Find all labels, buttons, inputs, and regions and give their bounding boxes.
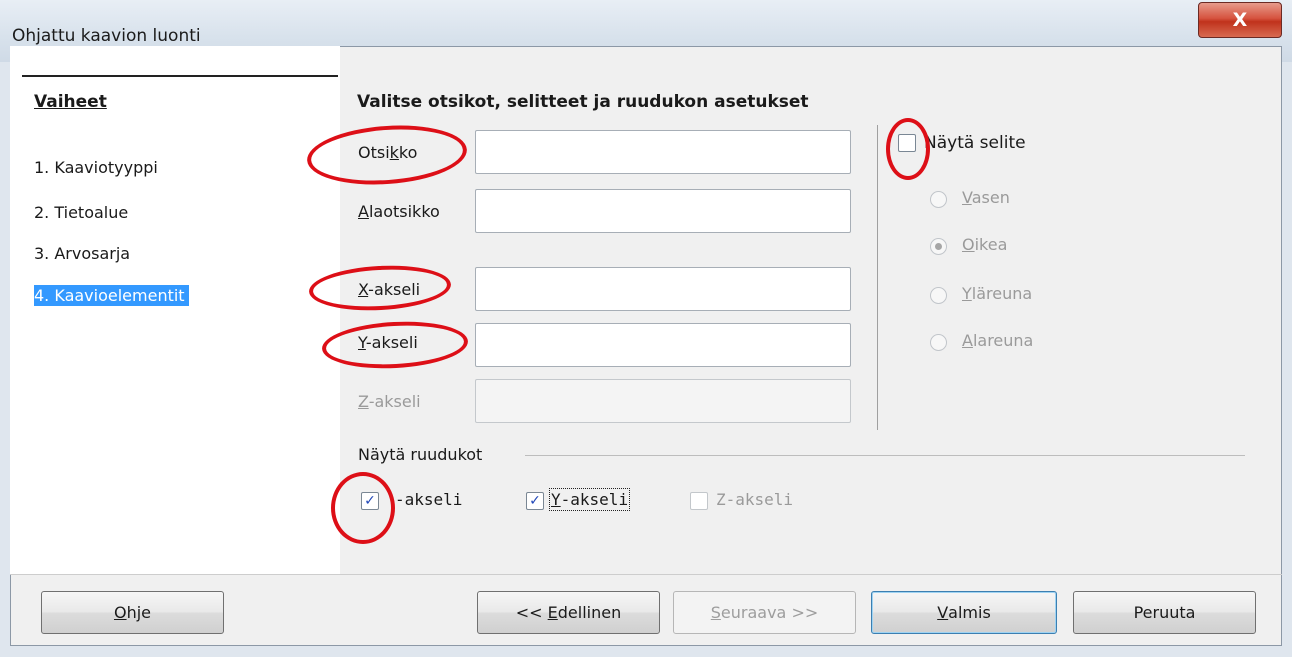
cancel-button[interactable]: Peruuta	[1073, 591, 1256, 634]
x-axis-input[interactable]	[475, 267, 851, 311]
steps-heading: Vaiheet	[34, 92, 107, 112]
y-axis-label: Y-akseli	[358, 333, 418, 352]
show-legend-label: Näytä selite	[924, 133, 1026, 153]
step-chart-type[interactable]: 1. Kaaviotyyppi	[34, 157, 162, 178]
show-legend-checkbox[interactable]	[898, 134, 916, 152]
title-input[interactable]	[475, 130, 851, 174]
next-button: Seuraava >>	[673, 591, 856, 634]
z-axis-label: Z-akseli	[358, 392, 421, 411]
legend-bottom-label: Alareuna	[962, 331, 1034, 350]
legend-right-label: Oikea	[962, 235, 1008, 254]
y-grid-label: Y-akseli	[548, 488, 631, 511]
y-axis-input[interactable]	[475, 323, 851, 367]
step-chart-elements[interactable]: 4. Kaavioelementit	[34, 285, 189, 306]
close-button[interactable]: X	[1198, 2, 1282, 38]
legend-top-label: Yläreuna	[962, 284, 1033, 303]
z-axis-input	[475, 379, 851, 423]
legend-bottom-radio	[930, 334, 947, 351]
legend-left-label: Vasen	[962, 188, 1010, 207]
legend-top-radio	[930, 287, 947, 304]
window-title: Ohjattu kaavion luonti	[12, 26, 201, 46]
legend-right-radio	[930, 238, 947, 255]
z-grid-label: Z-akseli	[716, 490, 794, 509]
steps-pane	[10, 46, 340, 574]
checkmark-icon: ✓	[364, 493, 376, 509]
grids-divider	[525, 455, 1245, 456]
y-grid-checkbox[interactable]: ✓	[526, 492, 544, 510]
z-grid-checkbox	[690, 492, 708, 510]
x-axis-label: X-akseli	[358, 280, 421, 299]
title-label: Otsikko	[358, 143, 418, 162]
finish-button[interactable]: Valmis	[871, 591, 1057, 634]
grids-heading: Näytä ruudukot	[358, 445, 483, 464]
step-data-range[interactable]: 2. Tietoalue	[34, 202, 132, 223]
legend-separator	[877, 125, 878, 430]
x-grid-checkbox[interactable]: ✓	[361, 492, 379, 510]
checkmark-icon: ✓	[529, 493, 541, 509]
page-title: Valitse otsikot, selitteet ja ruudukon a…	[357, 92, 809, 112]
x-grid-label: -akseli	[395, 490, 463, 509]
subtitle-input[interactable]	[475, 189, 851, 233]
steps-divider	[22, 75, 338, 77]
close-icon: X	[1232, 9, 1248, 31]
button-separator	[10, 574, 1282, 575]
legend-left-radio	[930, 191, 947, 208]
back-button[interactable]: << Edellinen	[477, 591, 660, 634]
step-data-series[interactable]: 3. Arvosarja	[34, 243, 134, 264]
help-button[interactable]: Ohje	[41, 591, 224, 634]
subtitle-label: Alaotsikko	[358, 202, 440, 221]
